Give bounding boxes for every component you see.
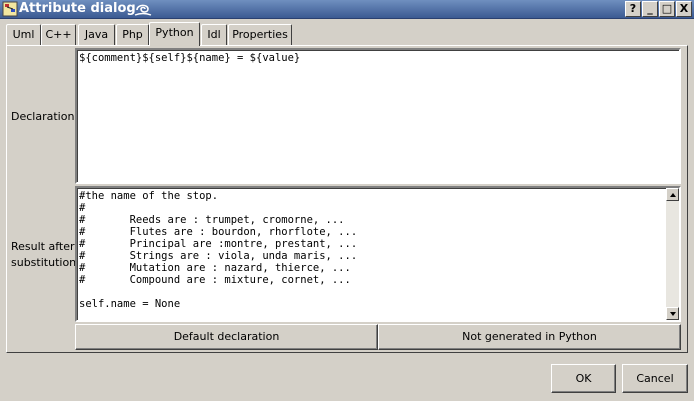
result-text: #the name of the stop. # # Reeds are : t… — [79, 190, 358, 310]
arrow-up-icon — [670, 193, 676, 197]
minimize-button[interactable]: _ — [642, 1, 658, 17]
result-label-line1: Result after — [11, 240, 75, 253]
tab-cpp[interactable]: C++ — [41, 24, 76, 45]
close-button[interactable]: X — [676, 1, 692, 17]
tab-python[interactable]: Python — [149, 22, 200, 46]
window-title: Attribute dialog — [19, 1, 136, 16]
vertical-scrollbar[interactable] — [666, 188, 679, 320]
declaration-textarea[interactable]: ${comment}${self}${name} = ${value} — [75, 48, 681, 184]
tab-php[interactable]: Php — [116, 24, 149, 45]
tab-properties[interactable]: Properties — [228, 24, 292, 45]
scroll-down-button[interactable] — [666, 307, 679, 320]
declaration-text: ${comment}${self}${name} = ${value} — [79, 52, 301, 64]
tab-idl[interactable]: Idl — [201, 24, 227, 45]
result-textarea[interactable]: #the name of the stop. # # Reeds are : t… — [75, 186, 681, 322]
tab-uml[interactable]: Uml — [6, 24, 41, 45]
declaration-label: Declaration : — [11, 110, 82, 123]
swirl-icon — [134, 4, 152, 16]
tab-java[interactable]: Java — [78, 24, 115, 45]
maximize-button[interactable]: □ — [659, 1, 675, 17]
not-generated-button[interactable]: Not generated in Python — [378, 324, 681, 350]
cancel-button[interactable]: Cancel — [622, 364, 688, 393]
help-button[interactable]: ? — [625, 1, 641, 17]
scroll-up-button[interactable] — [666, 188, 679, 201]
default-declaration-button[interactable]: Default declaration — [75, 324, 378, 350]
ok-button[interactable]: OK — [551, 364, 616, 393]
title-bar[interactable]: Attribute dialog ? _ □ X — [0, 0, 694, 19]
result-label-line2: substitution : — [11, 256, 84, 269]
app-icon — [2, 1, 18, 17]
arrow-down-icon — [670, 312, 676, 316]
